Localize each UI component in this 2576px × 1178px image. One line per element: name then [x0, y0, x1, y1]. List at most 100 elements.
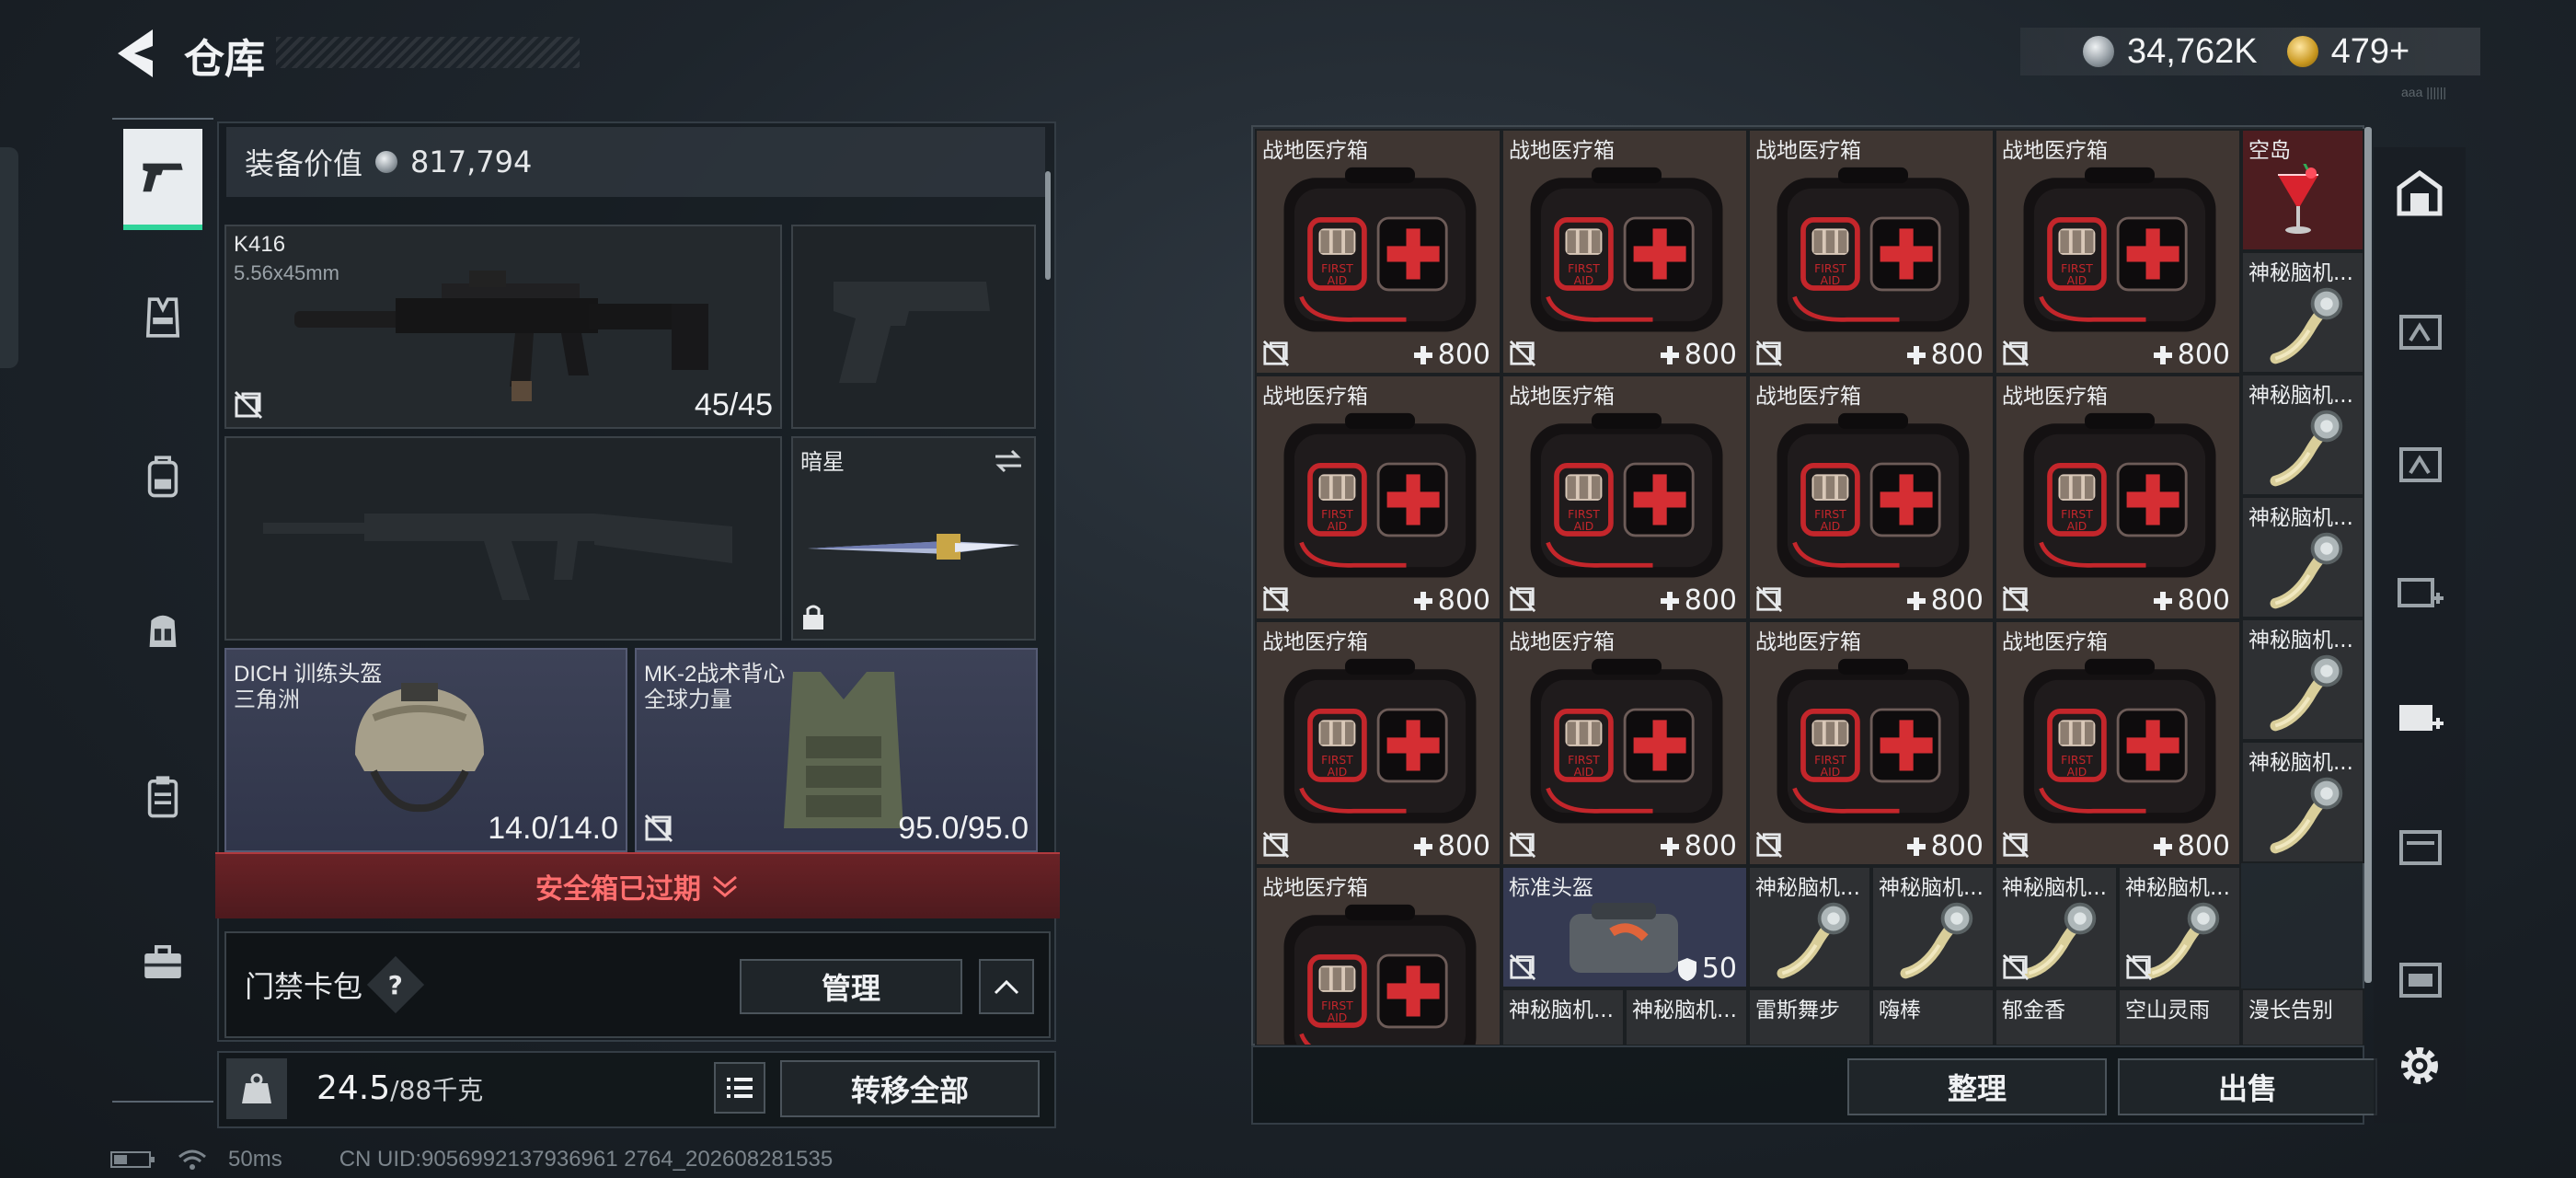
inventory-item-neural[interactable]: 神秘脑机... [2241, 251, 2364, 374]
item-name: 战地医疗箱 [1262, 876, 1368, 900]
nav-weapons[interactable] [123, 129, 202, 230]
list-view-button[interactable] [714, 1062, 765, 1114]
inventory-item-neural[interactable]: 神秘脑机... [1995, 866, 2118, 988]
weight-readout: 24.5/88千克 [316, 1069, 483, 1107]
melee-slot[interactable]: 暗星 [791, 436, 1036, 641]
inventory-item-medkit[interactable]: 战地医疗箱 800 [1501, 375, 1748, 620]
inventory-item-drink[interactable]: 空岛 [2241, 129, 2364, 251]
inventory-item-medkit[interactable]: 战地医疗箱 800 [1995, 129, 2241, 375]
not-insured-icon [2002, 831, 2030, 859]
not-insured-icon [234, 390, 263, 420]
item-name: 战地医疗箱 [1755, 139, 1861, 163]
inventory-item-bottom-row[interactable]: 空山灵雨 [2118, 988, 2241, 1046]
medkit-image [1275, 411, 1485, 586]
silver-coin-icon [375, 151, 398, 173]
manage-button[interactable]: 管理 [740, 959, 962, 1014]
equipment-scrollbar[interactable] [1045, 171, 1051, 280]
rnav-6[interactable] [2383, 930, 2456, 1022]
not-insured-icon [2002, 953, 2030, 981]
inventory-item-bottom-row[interactable]: 郁金香 [1995, 988, 2118, 1046]
transfer-all-button[interactable]: 转移全部 [780, 1060, 1040, 1117]
inventory-item-medkit[interactable]: 战地医疗箱 800 [1501, 129, 1748, 375]
inventory-item-neural[interactable]: 神秘脑机... [1748, 866, 1871, 988]
medkit-image [2015, 166, 2225, 341]
inventory-item-neural[interactable]: 神秘脑机... [1871, 866, 1995, 988]
armor-slot[interactable]: MK-2战术背心 全球力量 95.0/95.0 [635, 648, 1038, 852]
inventory-item-medkit[interactable]: 战地医疗箱 800 [1995, 375, 2241, 620]
inventory-item-bottom-row[interactable]: 雷斯舞步 [1748, 988, 1871, 1046]
pistol-icon [143, 163, 183, 192]
weight-icon [226, 1058, 287, 1119]
inventory-item-medkit[interactable]: 战地医疗箱 800 [1255, 620, 1501, 866]
nav-armor[interactable] [123, 267, 202, 368]
neural-device-image [2260, 405, 2348, 493]
medkit-image [1768, 166, 1978, 341]
inventory-item-bottom-row[interactable]: 神秘脑机... [1625, 988, 1748, 1046]
settings-button[interactable] [2383, 1020, 2456, 1112]
safe-box-label: 安全箱已过期 [535, 873, 701, 906]
inventory-item-bottom-row[interactable]: 神秘脑机... [1501, 988, 1625, 1046]
item-value: 800 [1659, 339, 1737, 371]
safe-box-expired-bar[interactable]: 安全箱已过期 [215, 852, 1060, 918]
item-value: 800 [1412, 830, 1490, 862]
inventory-item-neural[interactable]: 神秘脑机... [2241, 741, 2364, 863]
chevron-down-icon [713, 875, 737, 897]
inventory-item-medkit[interactable]: 战地医疗箱 800 [1748, 375, 1995, 620]
item-value-number: 800 [2177, 339, 2230, 371]
inventory-item-neural[interactable]: 神秘脑机... [2118, 866, 2241, 988]
rnav-2[interactable] [2383, 414, 2456, 506]
plus-icon [1659, 344, 1681, 366]
collapse-button[interactable] [979, 959, 1034, 1014]
rnav-3[interactable] [2383, 543, 2456, 635]
inventory-scrollbar[interactable] [2364, 127, 2372, 983]
second-weapon-slot[interactable] [224, 436, 782, 641]
battery-icon [110, 1151, 155, 1168]
equipment-value: 817,794 [410, 144, 533, 179]
rnav-1[interactable] [2383, 282, 2456, 374]
inventory-item-medkit[interactable]: 战地医疗箱 800 [1255, 375, 1501, 620]
gold-coin-icon[interactable] [2286, 36, 2318, 67]
inventory-item-bottom-row[interactable]: 嗨棒 [1871, 988, 1995, 1046]
item-value-number: 800 [1684, 584, 1737, 617]
inventory-item-helmet-bag[interactable]: 标准头盔 50 [1501, 866, 1748, 988]
side-tab[interactable] [0, 147, 18, 368]
medkit-image [1768, 411, 1978, 586]
secondary-weapon-slot[interactable] [791, 225, 1036, 429]
nav-case[interactable] [123, 911, 202, 1012]
medkit-image [2015, 411, 2225, 586]
vault-icon [2397, 169, 2443, 216]
helmet-slot[interactable]: DICH 训练头盔 三角洲 14.0/14.0 [224, 648, 627, 852]
rnav-all[interactable] [2383, 147, 2456, 239]
rifle-placeholder-icon [263, 514, 732, 600]
inventory-item-medkit[interactable]: 战地医疗箱 800 [1748, 129, 1995, 375]
rnav-5[interactable] [2383, 797, 2456, 889]
nav-backpack[interactable] [123, 425, 202, 526]
item-name: 神秘脑机... [1879, 876, 1984, 900]
nav-chest-rig[interactable] [123, 580, 202, 681]
silver-coin-icon [2083, 36, 2114, 67]
helmet-durability: 14.0/14.0 [488, 811, 618, 846]
inventory-item-medkit[interactable]: 战地医疗箱 800 [1995, 620, 2241, 866]
item-name: 神秘脑机... [2125, 876, 2230, 900]
inventory-item-neural[interactable]: 神秘脑机... [2241, 374, 2364, 496]
rnav-4[interactable] [2383, 668, 2456, 760]
inventory-item-bottom-row[interactable]: 漫长告别 [2241, 988, 2364, 1046]
inventory-item-medkit[interactable]: 战地医疗箱 800 [1255, 129, 1501, 375]
inventory-item-medkit[interactable]: 战地医疗箱 800 [1501, 620, 1748, 866]
primary-weapon-slot[interactable]: K416 5.56x45mm 45/45 [224, 225, 782, 429]
help-button[interactable]: ? [366, 955, 425, 1014]
inventory-item-medkit[interactable]: 战地医疗箱 [1255, 866, 1501, 1046]
inventory-item-neural[interactable]: 神秘脑机... [2241, 496, 2364, 618]
inventory-item-medkit[interactable]: 战地医疗箱 800 [1748, 620, 1995, 866]
item-name: 神秘脑机... [1632, 999, 1737, 1022]
back-button[interactable] [110, 24, 162, 83]
sell-button[interactable]: 出售 [2118, 1058, 2377, 1115]
medkit-image [1768, 657, 1978, 832]
sort-button[interactable]: 整理 [1847, 1058, 2107, 1115]
swap-icon[interactable] [992, 447, 1025, 475]
not-insured-icon [1755, 585, 1783, 613]
item-name: 神秘脑机... [1509, 999, 1614, 1022]
gold-balance[interactable]: 479+ [2331, 32, 2410, 72]
nav-pouch[interactable] [123, 745, 202, 847]
inventory-item-neural[interactable]: 神秘脑机... [2241, 618, 2364, 741]
